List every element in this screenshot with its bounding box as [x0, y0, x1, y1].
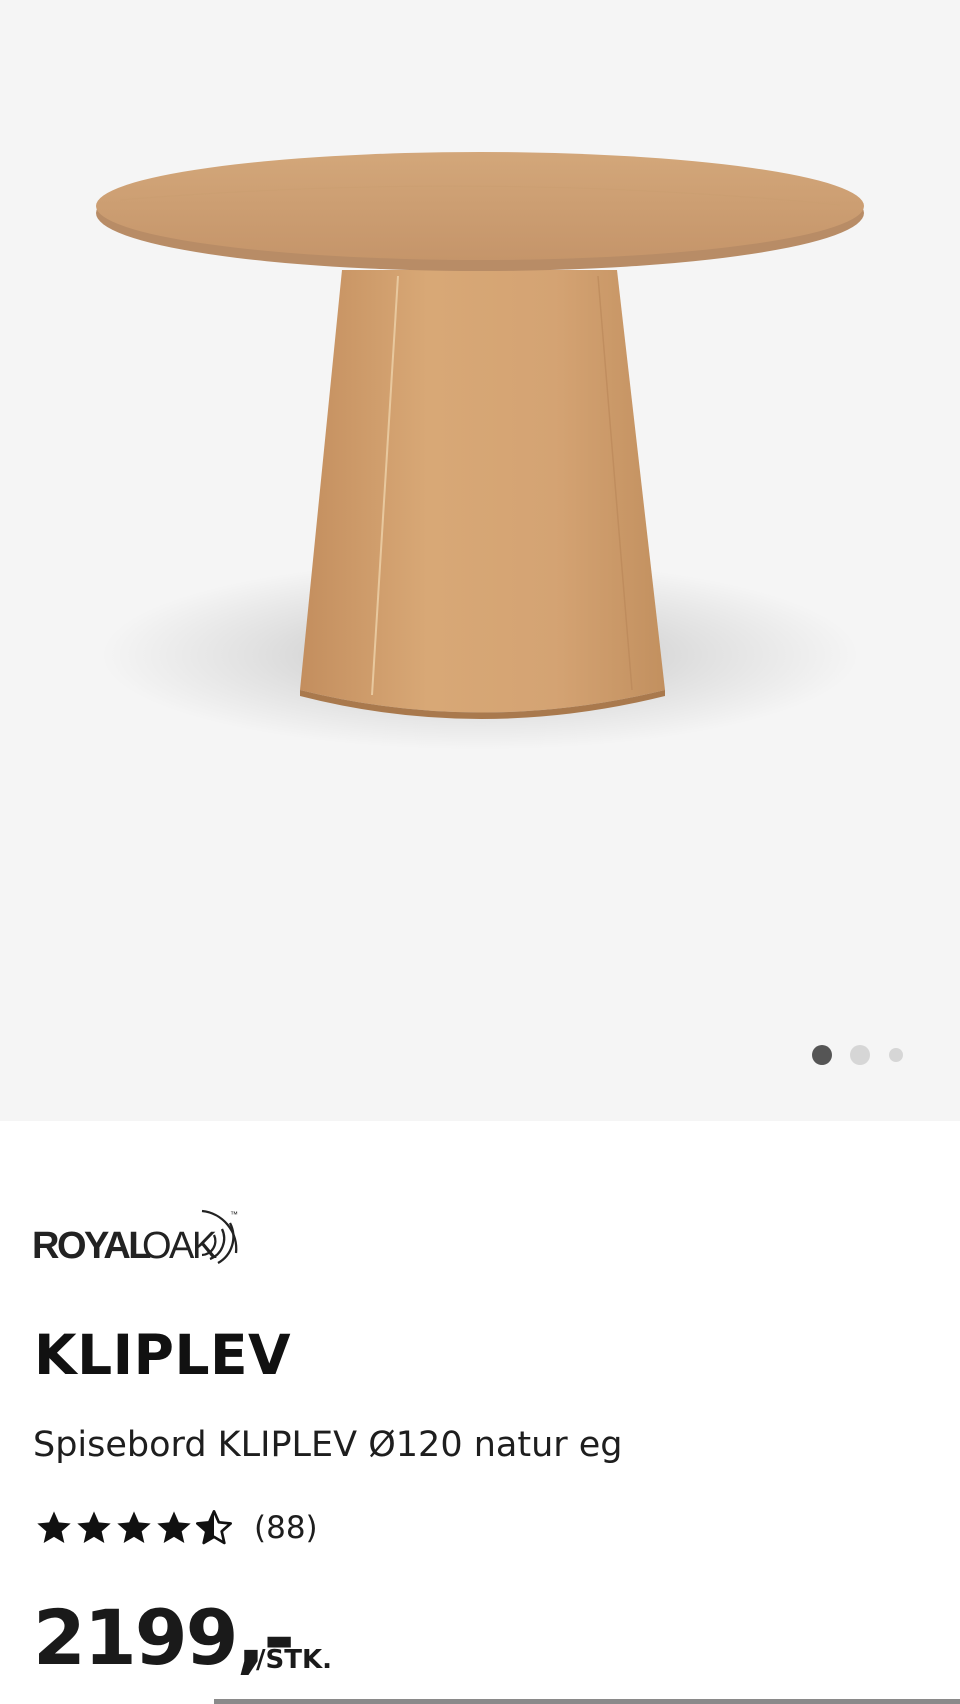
star-full-icon — [37, 1511, 71, 1543]
carousel-dot-3[interactable] — [889, 1048, 903, 1062]
rating-stars — [34, 1508, 234, 1548]
carousel-dot-2[interactable] — [850, 1045, 870, 1065]
product-price: 2199,- — [33, 1593, 295, 1682]
product-rating[interactable]: (88) — [34, 1508, 318, 1548]
star-full-icon — [157, 1511, 191, 1543]
product-description: Spisebord KLIPLEV Ø120 natur eg — [33, 1425, 623, 1465]
price-unit: /STK. — [256, 1645, 332, 1675]
star-full-icon — [77, 1511, 111, 1543]
sticky-bar-edge — [214, 1699, 960, 1704]
brand-logo-tm: ™ — [230, 1210, 238, 1219]
carousel-dot-1[interactable] — [812, 1045, 832, 1065]
rating-count[interactable]: (88) — [254, 1510, 318, 1546]
star-full-icon — [117, 1511, 151, 1543]
brand-logo-text-bold: ROYAL — [32, 1225, 151, 1265]
star-half-icon — [196, 1510, 233, 1545]
product-name: KLIPLEV — [34, 1323, 292, 1387]
product-image-gallery[interactable] — [0, 0, 960, 1121]
product-image[interactable] — [0, 0, 960, 1121]
brand-logo-text-light: OAK — [142, 1225, 217, 1265]
brand-logo[interactable]: ROYAL OAK ™ — [32, 1205, 242, 1265]
